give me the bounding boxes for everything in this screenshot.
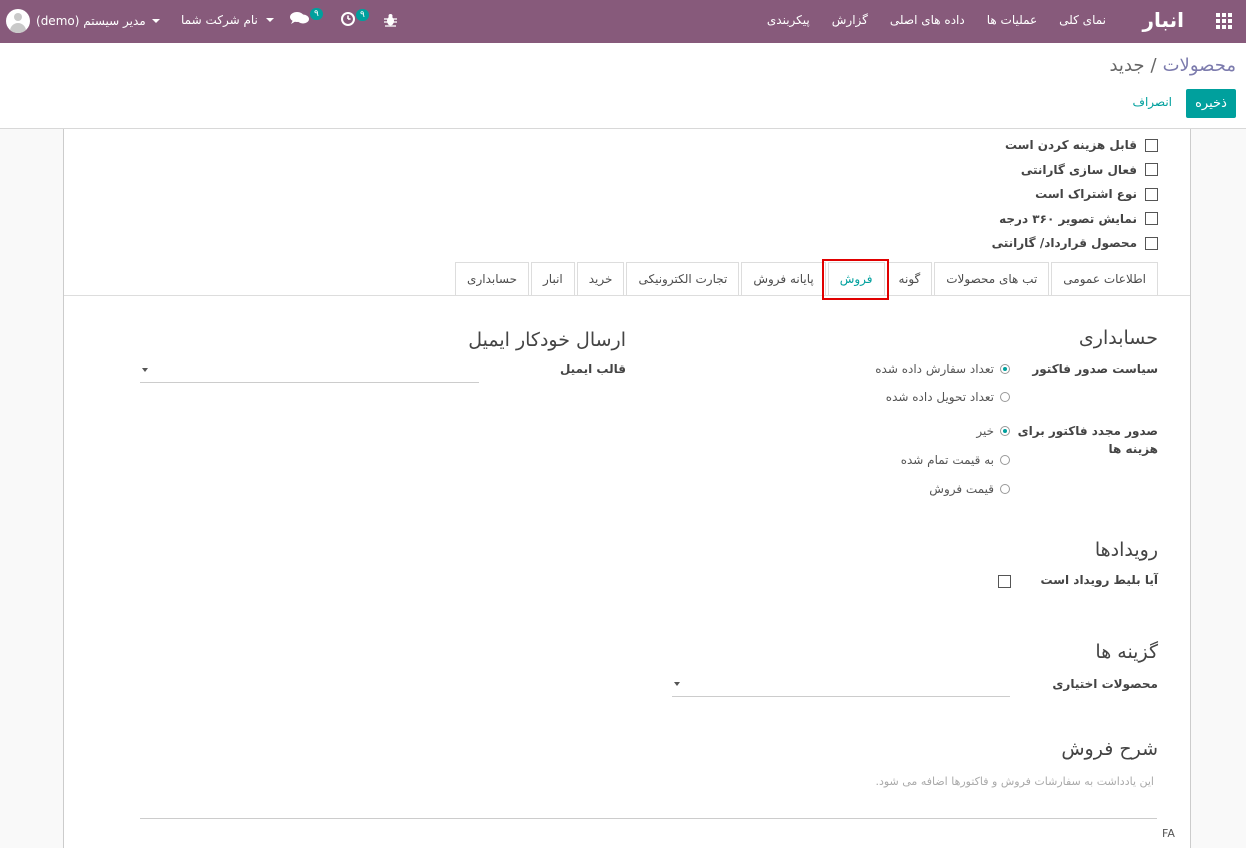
menu-configuration[interactable]: پیکربندی <box>767 13 810 27</box>
optional-products-label: محصولات اختیاری <box>1052 677 1158 691</box>
checkbox-warranty[interactable] <box>1145 163 1158 177</box>
radio-icon[interactable] <box>1000 455 1010 465</box>
app-brand[interactable]: انبار <box>1142 8 1184 32</box>
section-title-options: گزینه ها <box>1095 641 1158 663</box>
menu-overview[interactable]: نمای کلی <box>1059 13 1106 27</box>
tab-accounting[interactable]: حسابداری <box>455 262 529 295</box>
radio-ordered-qty[interactable]: تعداد سفارش داده شده <box>875 362 1010 376</box>
chevron-down-icon <box>674 682 680 686</box>
checkbox-360-image[interactable] <box>1145 212 1158 226</box>
radio-label: به قیمت تمام شده <box>900 453 994 467</box>
sales-description-underline <box>140 818 1157 819</box>
section-title-sales-description: شرح فروش <box>1061 738 1158 760</box>
activities-badge: ۹ <box>356 9 369 21</box>
checkbox-event-ticket[interactable] <box>998 575 1011 588</box>
checkbox-subscription[interactable] <box>1145 187 1158 201</box>
company-switcher[interactable]: نام شرکت شما <box>181 13 274 27</box>
menu-operations[interactable]: عملیات ها <box>987 13 1037 27</box>
email-template-label: قالب ایمیل <box>559 362 626 376</box>
notebook-tabs: اطلاعات عمومی تب های محصولات گونه فروش پ… <box>453 262 1158 296</box>
user-name: مدیر سیستم (demo) <box>36 14 146 28</box>
event-ticket-label: آیا بلیط رویداد است <box>1040 573 1158 587</box>
discard-button[interactable]: انصراف <box>1133 95 1172 109</box>
tab-product-tabs[interactable]: تب های محصولات <box>934 262 1050 295</box>
user-menu[interactable]: مدیر سیستم (demo) <box>6 9 160 33</box>
radio-icon[interactable] <box>1000 484 1010 494</box>
menu-master-data[interactable]: داده های اصلی <box>890 13 965 27</box>
reinvoice-label-line1: صدور مجدد فاکتور برای <box>1017 424 1158 438</box>
tab-variants[interactable]: گونه <box>886 262 933 295</box>
breadcrumb-separator: / <box>1150 55 1157 76</box>
checkbox-label: قابل هزینه کردن است <box>1004 138 1137 153</box>
tabs-divider <box>64 295 1190 296</box>
apps-menu-icon[interactable] <box>1214 13 1232 29</box>
email-template-select[interactable] <box>140 359 479 383</box>
invoicing-policy-label: سیاست صدور فاکتور <box>1032 362 1158 376</box>
tab-ecommerce[interactable]: تجارت الکترونیکی <box>626 262 740 295</box>
section-title-events: رویدادها <box>1094 539 1158 561</box>
checkbox-label: نمایش تصویر ۳۶۰ درجه <box>999 211 1137 226</box>
radio-icon[interactable] <box>1000 426 1010 436</box>
radio-label: خیر <box>976 424 994 438</box>
radio-delivered-qty[interactable]: تعداد تحویل داده شده <box>886 390 1010 404</box>
radio-label: تعداد سفارش داده شده <box>875 362 994 376</box>
bug-icon <box>384 14 397 27</box>
checkbox-row-warranty[interactable]: فعال سازی گارانتی <box>992 158 1158 183</box>
checkbox-expensable[interactable] <box>1145 138 1158 152</box>
checkbox-row-subscription[interactable]: نوع اشتراک است <box>992 182 1158 207</box>
chevron-down-icon <box>265 18 274 22</box>
radio-icon[interactable] <box>1000 392 1010 402</box>
tab-purchase[interactable]: خرید <box>576 262 625 295</box>
company-name: نام شرکت شما <box>181 13 258 27</box>
clock-icon <box>341 12 355 26</box>
breadcrumb: محصولات /جدید <box>1109 55 1236 76</box>
chevron-down-icon <box>142 368 148 372</box>
radio-icon[interactable] <box>1000 364 1010 374</box>
radio-label: تعداد تحویل داده شده <box>885 390 994 404</box>
radio-no[interactable]: خیر <box>976 424 1010 438</box>
checkbox-row-contract[interactable]: محصول قرارداد/ گارانتی <box>992 231 1158 256</box>
language-indicator[interactable]: FA <box>1162 827 1175 840</box>
breadcrumb-products[interactable]: محصولات <box>1163 55 1236 76</box>
checkbox-row-360-image[interactable]: نمایش تصویر ۳۶۰ درجه <box>992 207 1158 232</box>
breadcrumb-current: جدید <box>1109 55 1145 76</box>
avatar <box>6 9 30 33</box>
activities-button[interactable]: ۹ <box>340 9 369 27</box>
section-title-email: ارسال خودکار ایمیل <box>468 329 626 351</box>
messages-badge: ۹ <box>310 8 323 20</box>
radio-label: قیمت فروش <box>929 482 994 496</box>
reinvoice-label-line2: هزینه ها <box>1108 442 1158 456</box>
checkbox-row-expensable[interactable]: قابل هزینه کردن است <box>992 133 1158 158</box>
tab-general-info[interactable]: اطلاعات عمومی <box>1051 262 1158 295</box>
tab-inventory[interactable]: انبار <box>531 262 575 295</box>
checkbox-contract[interactable] <box>1145 236 1158 250</box>
main-menu: نمای کلی عملیات ها داده های اصلی گزارش پ… <box>767 13 1106 27</box>
save-button[interactable]: ذخیره <box>1186 89 1236 118</box>
menu-reporting[interactable]: گزارش <box>832 13 868 27</box>
optional-products-select[interactable] <box>672 673 1010 697</box>
checkbox-label: محصول قرارداد/ گارانتی <box>991 236 1137 251</box>
radio-sales-price[interactable]: قیمت فروش <box>929 482 1010 496</box>
radio-at-cost[interactable]: به قیمت تمام شده <box>901 453 1010 467</box>
checkbox-label: فعال سازی گارانتی <box>1020 162 1137 177</box>
debug-button[interactable] <box>384 13 397 27</box>
section-title-accounting: حسابداری <box>1078 327 1158 349</box>
messages-button[interactable]: ۹ <box>290 8 323 25</box>
tab-pos[interactable]: پایانه فروش <box>741 262 826 295</box>
top-navbar: انبار نمای کلی عملیات ها داده های اصلی گ… <box>0 0 1246 43</box>
checkbox-label: نوع اشتراک است <box>1035 187 1137 202</box>
chat-icon <box>290 12 309 24</box>
tab-highlight-box <box>822 259 889 300</box>
product-checkboxes: قابل هزینه کردن است فعال سازی گارانتی نو… <box>992 133 1158 256</box>
chevron-down-icon <box>151 19 160 23</box>
sales-description-textarea[interactable]: این یادداشت به سفارشات فروش و فاکتورها ا… <box>875 775 1154 788</box>
